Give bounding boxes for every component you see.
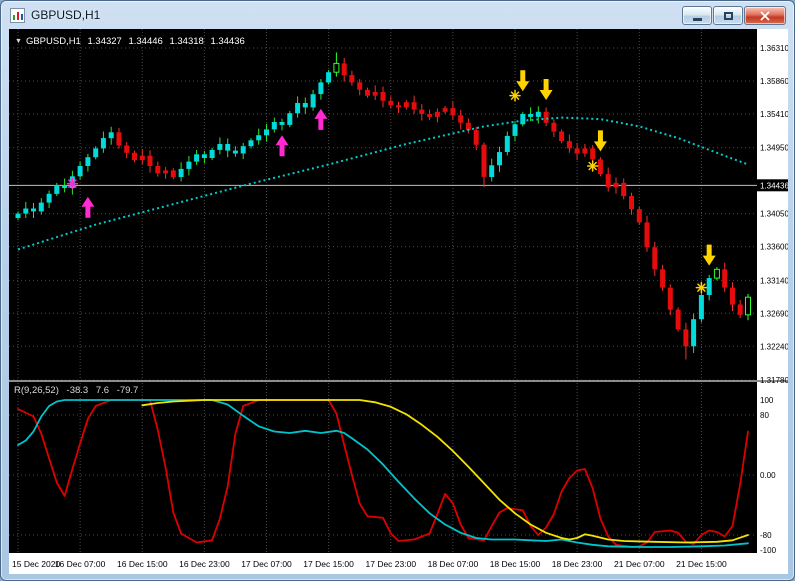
indicator-value-2: 7.6: [95, 385, 110, 396]
svg-text:21 Dec 15:00: 21 Dec 15:00: [676, 559, 727, 569]
svg-text:16 Dec 15:00: 16 Dec 15:00: [117, 559, 168, 569]
maximize-icon: [723, 11, 733, 20]
window-title: GBPUSD,H1: [31, 8, 101, 22]
chart-canvas[interactable]: 1.36310 1.35860 1.35410 1.34950 1.34050 1.336…: [9, 29, 788, 574]
svg-text:1.33140: 1.33140: [760, 276, 788, 285]
ohlc-high: 1.34446: [128, 36, 163, 47]
indicator-label: R(9,26,52) -38.3 7.6 -79.7: [14, 385, 143, 396]
ohlc-symbol: GBPUSD,H1: [25, 36, 81, 47]
ohlc-readout: ▼ GBPUSD,H1 1.34327 1.34446 1.34318 1.344…: [15, 36, 249, 47]
minimize-icon: [692, 18, 702, 21]
ohlc-close: 1.34436: [210, 36, 245, 47]
svg-text:1.32240: 1.32240: [760, 342, 788, 351]
svg-text:0.00: 0.00: [760, 471, 776, 480]
svg-text:-80: -80: [760, 531, 772, 540]
svg-text:100: 100: [760, 396, 774, 405]
svg-text:17 Dec 07:00: 17 Dec 07:00: [241, 559, 292, 569]
chart-area: 1.36310 1.35860 1.35410 1.34950 1.34050 1.336…: [9, 29, 788, 574]
svg-text:1.33600: 1.33600: [760, 243, 788, 252]
close-icon: [760, 11, 770, 20]
mt4-chart-window: GBPUSD,H1 1.36310 1.35860 1.35410 1.34950 1.…: [0, 0, 795, 581]
svg-text:1.36310: 1.36310: [760, 44, 788, 53]
svg-text:18 Dec 07:00: 18 Dec 07:00: [428, 559, 479, 569]
svg-text:18 Dec 15:00: 18 Dec 15:00: [490, 559, 541, 569]
current-price-label: 1.34436: [760, 181, 788, 190]
maximize-button[interactable]: [713, 6, 743, 25]
window-titlebar[interactable]: GBPUSD,H1: [1, 1, 794, 29]
svg-text:1.32690: 1.32690: [760, 309, 788, 318]
window-controls: [682, 6, 786, 25]
time-axis[interactable]: 15 Dec 202016 Dec 07:00 16 Dec 15:00 16 De…: [12, 559, 727, 569]
ohlc-open: 1.34327: [87, 36, 122, 47]
svg-text:16 Dec 23:00: 16 Dec 23:00: [179, 559, 230, 569]
close-button[interactable]: [744, 6, 786, 25]
svg-text:80: 80: [760, 411, 769, 420]
svg-text:1.34950: 1.34950: [760, 144, 788, 153]
oneclick-collapse-icon[interactable]: ▼: [15, 38, 22, 45]
svg-text:21 Dec 07:00: 21 Dec 07:00: [614, 559, 665, 569]
svg-text:1.34050: 1.34050: [760, 210, 788, 219]
pane-separator[interactable]: [9, 380, 788, 382]
ohlc-low: 1.34318: [169, 36, 204, 47]
svg-text:17 Dec 23:00: 17 Dec 23:00: [366, 559, 417, 569]
svg-text:1.35410: 1.35410: [760, 110, 788, 119]
svg-text:-100: -100: [760, 546, 777, 555]
svg-text:17 Dec 15:00: 17 Dec 15:00: [303, 559, 354, 569]
indicator-value-1: -38.3: [66, 385, 89, 396]
svg-text:1.31780: 1.31780: [760, 376, 788, 385]
svg-text:16 Dec 07:00: 16 Dec 07:00: [55, 559, 106, 569]
chart-icon: [10, 7, 25, 23]
indicator-name: R(9,26,52): [14, 385, 59, 396]
svg-text:18 Dec 23:00: 18 Dec 23:00: [552, 559, 603, 569]
indicator-value-3: -79.7: [116, 385, 139, 396]
svg-text:1.35860: 1.35860: [760, 77, 788, 86]
svg-text:15 Dec 2020: 15 Dec 2020: [12, 559, 60, 569]
minimize-button[interactable]: [682, 6, 712, 25]
